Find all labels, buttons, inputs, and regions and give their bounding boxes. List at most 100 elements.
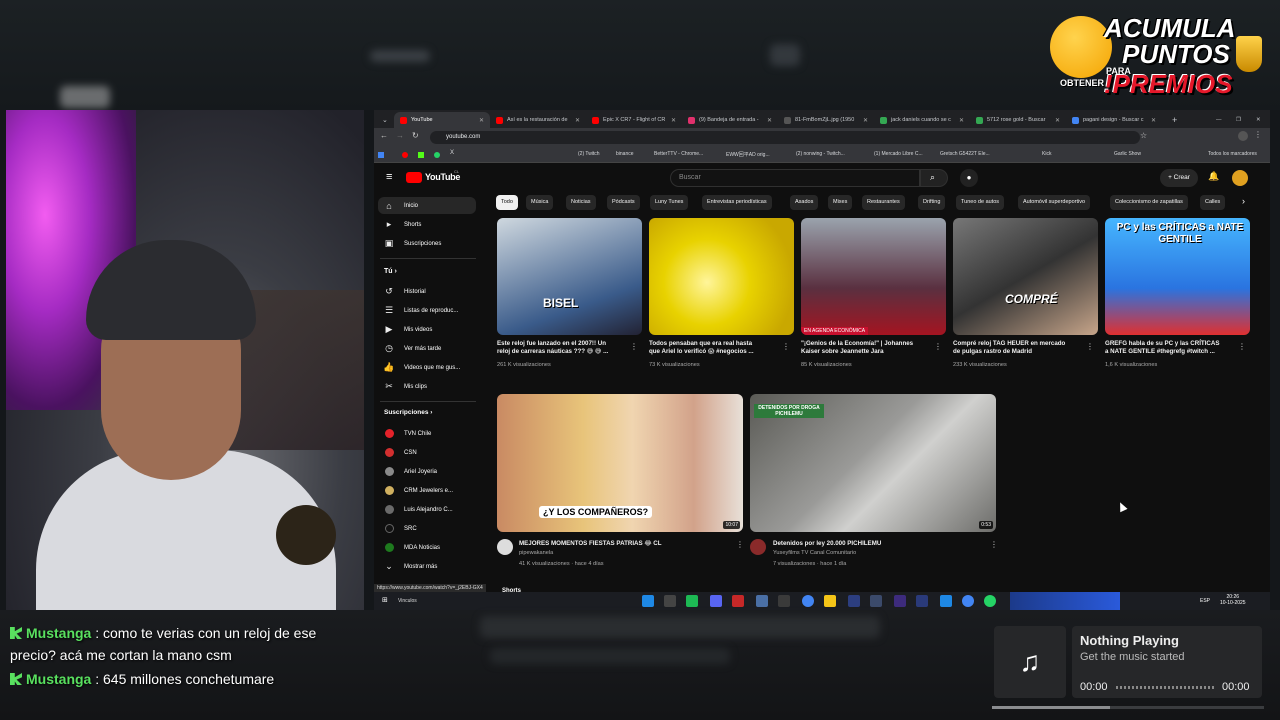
video-title[interactable]: Este reloj fue lanzado en el 2007!! Un re…: [497, 340, 627, 356]
video-title[interactable]: Compré reloj TAG HEUER en mercado de pulg…: [953, 340, 1083, 356]
video-title[interactable]: Todos pensaban que era real hasta que Ari…: [649, 340, 779, 356]
premiere-icon[interactable]: [894, 595, 906, 607]
close-tab-icon[interactable]: ✕: [863, 117, 868, 124]
apps-icon[interactable]: [378, 152, 384, 158]
video-thumbnail[interactable]: BISEL: [497, 218, 642, 335]
chip-tuneo[interactable]: Tuneo de autos: [956, 195, 1005, 210]
sidebar-sub-ariel[interactable]: Ariel Joyeria: [378, 463, 476, 480]
close-tab-icon[interactable]: ✕: [767, 117, 772, 124]
close-tab-icon[interactable]: ✕: [1151, 117, 1156, 124]
chip-zapatillas[interactable]: Coleccionismo de zapatillas: [1110, 195, 1188, 210]
sidebar-item-ver-mas-tarde[interactable]: ◷ Ver más tarde: [378, 340, 476, 357]
sidebar-sub-tvn[interactable]: TVN Chile: [378, 425, 476, 442]
chip-noticias[interactable]: Noticias: [566, 195, 596, 210]
language-indicator[interactable]: ESP: [1200, 598, 1210, 604]
after-effects-icon[interactable]: [916, 595, 928, 607]
video-title[interactable]: GREFG habla de su PC y las CRÍTICAS a NAT…: [1105, 340, 1239, 356]
close-tab-icon[interactable]: ✕: [959, 117, 964, 124]
tab-4[interactable]: (9) Bandeja de entrada - ✕: [682, 112, 778, 128]
new-tab-button[interactable]: +: [1166, 112, 1180, 128]
sidebar-sub-src[interactable]: SRC: [378, 520, 476, 537]
chevron-right-icon[interactable]: ›: [1242, 196, 1245, 206]
file-explorer-icon[interactable]: [824, 595, 836, 607]
video-thumbnail[interactable]: DETENIDOS POR DROGA PICHILEMU 0:53: [750, 394, 996, 532]
profile-avatar[interactable]: [1238, 131, 1248, 141]
video-thumbnail[interactable]: PC y las CRÍTICAS a NATE GENTILE: [1105, 218, 1250, 335]
chrome-icon[interactable]: [962, 595, 974, 607]
channel-avatar[interactable]: [750, 539, 766, 555]
youtube-bookmark-icon[interactable]: [402, 152, 408, 158]
video-thumbnail[interactable]: [649, 218, 794, 335]
close-window-icon[interactable]: ✕: [1250, 112, 1264, 128]
sidebar-sub-csn[interactable]: CSN: [378, 444, 476, 461]
close-tab-icon[interactable]: ✕: [671, 117, 676, 124]
app-icon[interactable]: [778, 595, 790, 607]
chip-entrevistas[interactable]: Entrevistas periodísticas: [702, 195, 772, 210]
more-options-icon[interactable]: ⋮: [630, 342, 638, 351]
sidebar-item-shorts[interactable]: ▸ Shorts: [378, 216, 476, 233]
maximize-icon[interactable]: ❐: [1230, 112, 1244, 128]
sidebar-item-me-gustan[interactable]: 👍 Videos que me gus...: [378, 359, 476, 376]
video-thumbnail[interactable]: ¿Y LOS COMPAÑEROS? 10:07: [497, 394, 743, 532]
menu-icon[interactable]: ⋮: [1254, 130, 1262, 139]
more-options-icon[interactable]: ⋮: [990, 540, 998, 549]
steam-icon[interactable]: [642, 595, 654, 607]
channel-name[interactable]: Yuseyfilms TV Canal Comunitario: [773, 550, 856, 557]
chip-podcasts[interactable]: Pódcasts: [607, 195, 640, 210]
create-button[interactable]: + Crear: [1160, 169, 1198, 187]
chip-todo[interactable]: Todo: [496, 195, 518, 210]
app-icon[interactable]: [870, 595, 882, 607]
chip-drifting[interactable]: Drifting: [918, 195, 946, 210]
back-icon[interactable]: ←: [380, 131, 388, 140]
more-options-icon[interactable]: ⋮: [1238, 342, 1246, 351]
x-bookmark-icon[interactable]: X: [450, 150, 454, 156]
whatsapp-icon[interactable]: [984, 595, 996, 607]
clock[interactable]: 20:26 10-10-2025: [1220, 594, 1246, 606]
tab-3[interactable]: Epic X CR7 - Flight of CR ✕: [586, 112, 682, 128]
bookmark-garlicshow[interactable]: Garlic Show: [1114, 151, 1141, 157]
more-options-icon[interactable]: ⋮: [934, 342, 942, 351]
forward-icon[interactable]: →: [396, 131, 404, 140]
bookmark-eww[interactable]: EWW回平AD orig...: [726, 151, 770, 158]
chip-restaurantes[interactable]: Restaurantes: [862, 195, 905, 210]
discord-icon[interactable]: [710, 595, 722, 607]
tab-youtube[interactable]: YouTube ✕: [394, 112, 490, 128]
video-thumbnail[interactable]: EN AGENDA ECONÓMICA: [801, 218, 946, 335]
avatar[interactable]: [1232, 170, 1248, 186]
chip-musica[interactable]: Música: [526, 195, 554, 210]
sidebar-sub-mda[interactable]: MDA Noticias: [378, 539, 476, 556]
reload-icon[interactable]: ↻: [412, 131, 419, 140]
windows-start-icon[interactable]: ⊞: [382, 596, 388, 604]
search-button[interactable]: ⌕: [920, 169, 948, 187]
bookmark-twitch[interactable]: (2) Twitch: [578, 151, 600, 157]
channel-name[interactable]: pipewakanela: [519, 550, 553, 557]
video-title[interactable]: "¡Genios de la Economía!" | Johannes Kais…: [801, 340, 931, 356]
video-title[interactable]: MEJORES MOMENTOS FIESTAS PATRIAS 😂 CL: [519, 540, 719, 548]
chip-mixes[interactable]: Mixes: [828, 195, 853, 210]
star-icon[interactable]: ☆: [1140, 131, 1147, 140]
more-options-icon[interactable]: ⋮: [736, 540, 744, 549]
kick-bookmark-icon[interactable]: [418, 152, 424, 158]
sidebar-sub-crm[interactable]: CRM Jewelers e...: [378, 482, 476, 499]
chip-superdeportivo[interactable]: Automóvil superdeportivo: [1018, 195, 1091, 210]
obs-icon[interactable]: [664, 595, 676, 607]
photoshop-icon[interactable]: [848, 595, 860, 607]
app-icon[interactable]: [732, 595, 744, 607]
chip-luny-tunes[interactable]: Luny Tunes: [650, 195, 689, 210]
channel-avatar[interactable]: [497, 539, 513, 555]
chrome-icon[interactable]: [802, 595, 814, 607]
sidebar-subs-header[interactable]: Suscripciones ›: [384, 409, 432, 416]
sidebar-item-suscripciones[interactable]: ▣ Suscripciones: [378, 235, 476, 252]
hamburger-menu-icon[interactable]: ≡: [386, 171, 392, 183]
sidebar-item-mis-videos[interactable]: ▶ Mis videos: [378, 321, 476, 338]
sidebar-you-header[interactable]: Tú ›: [384, 268, 397, 275]
bookmark-gretsch[interactable]: Gretsch G5422T Ele...: [940, 151, 990, 157]
youtube-logo-icon[interactable]: [406, 172, 422, 183]
tab-list-button[interactable]: ⌄: [376, 112, 394, 128]
bell-icon[interactable]: 🔔: [1208, 171, 1219, 182]
close-tab-icon[interactable]: ✕: [1055, 117, 1060, 124]
video-thumbnail[interactable]: COMPRÉ: [953, 218, 1098, 335]
more-options-icon[interactable]: ⋮: [1086, 342, 1094, 351]
app-icon[interactable]: [940, 595, 952, 607]
more-options-icon[interactable]: ⋮: [782, 342, 790, 351]
